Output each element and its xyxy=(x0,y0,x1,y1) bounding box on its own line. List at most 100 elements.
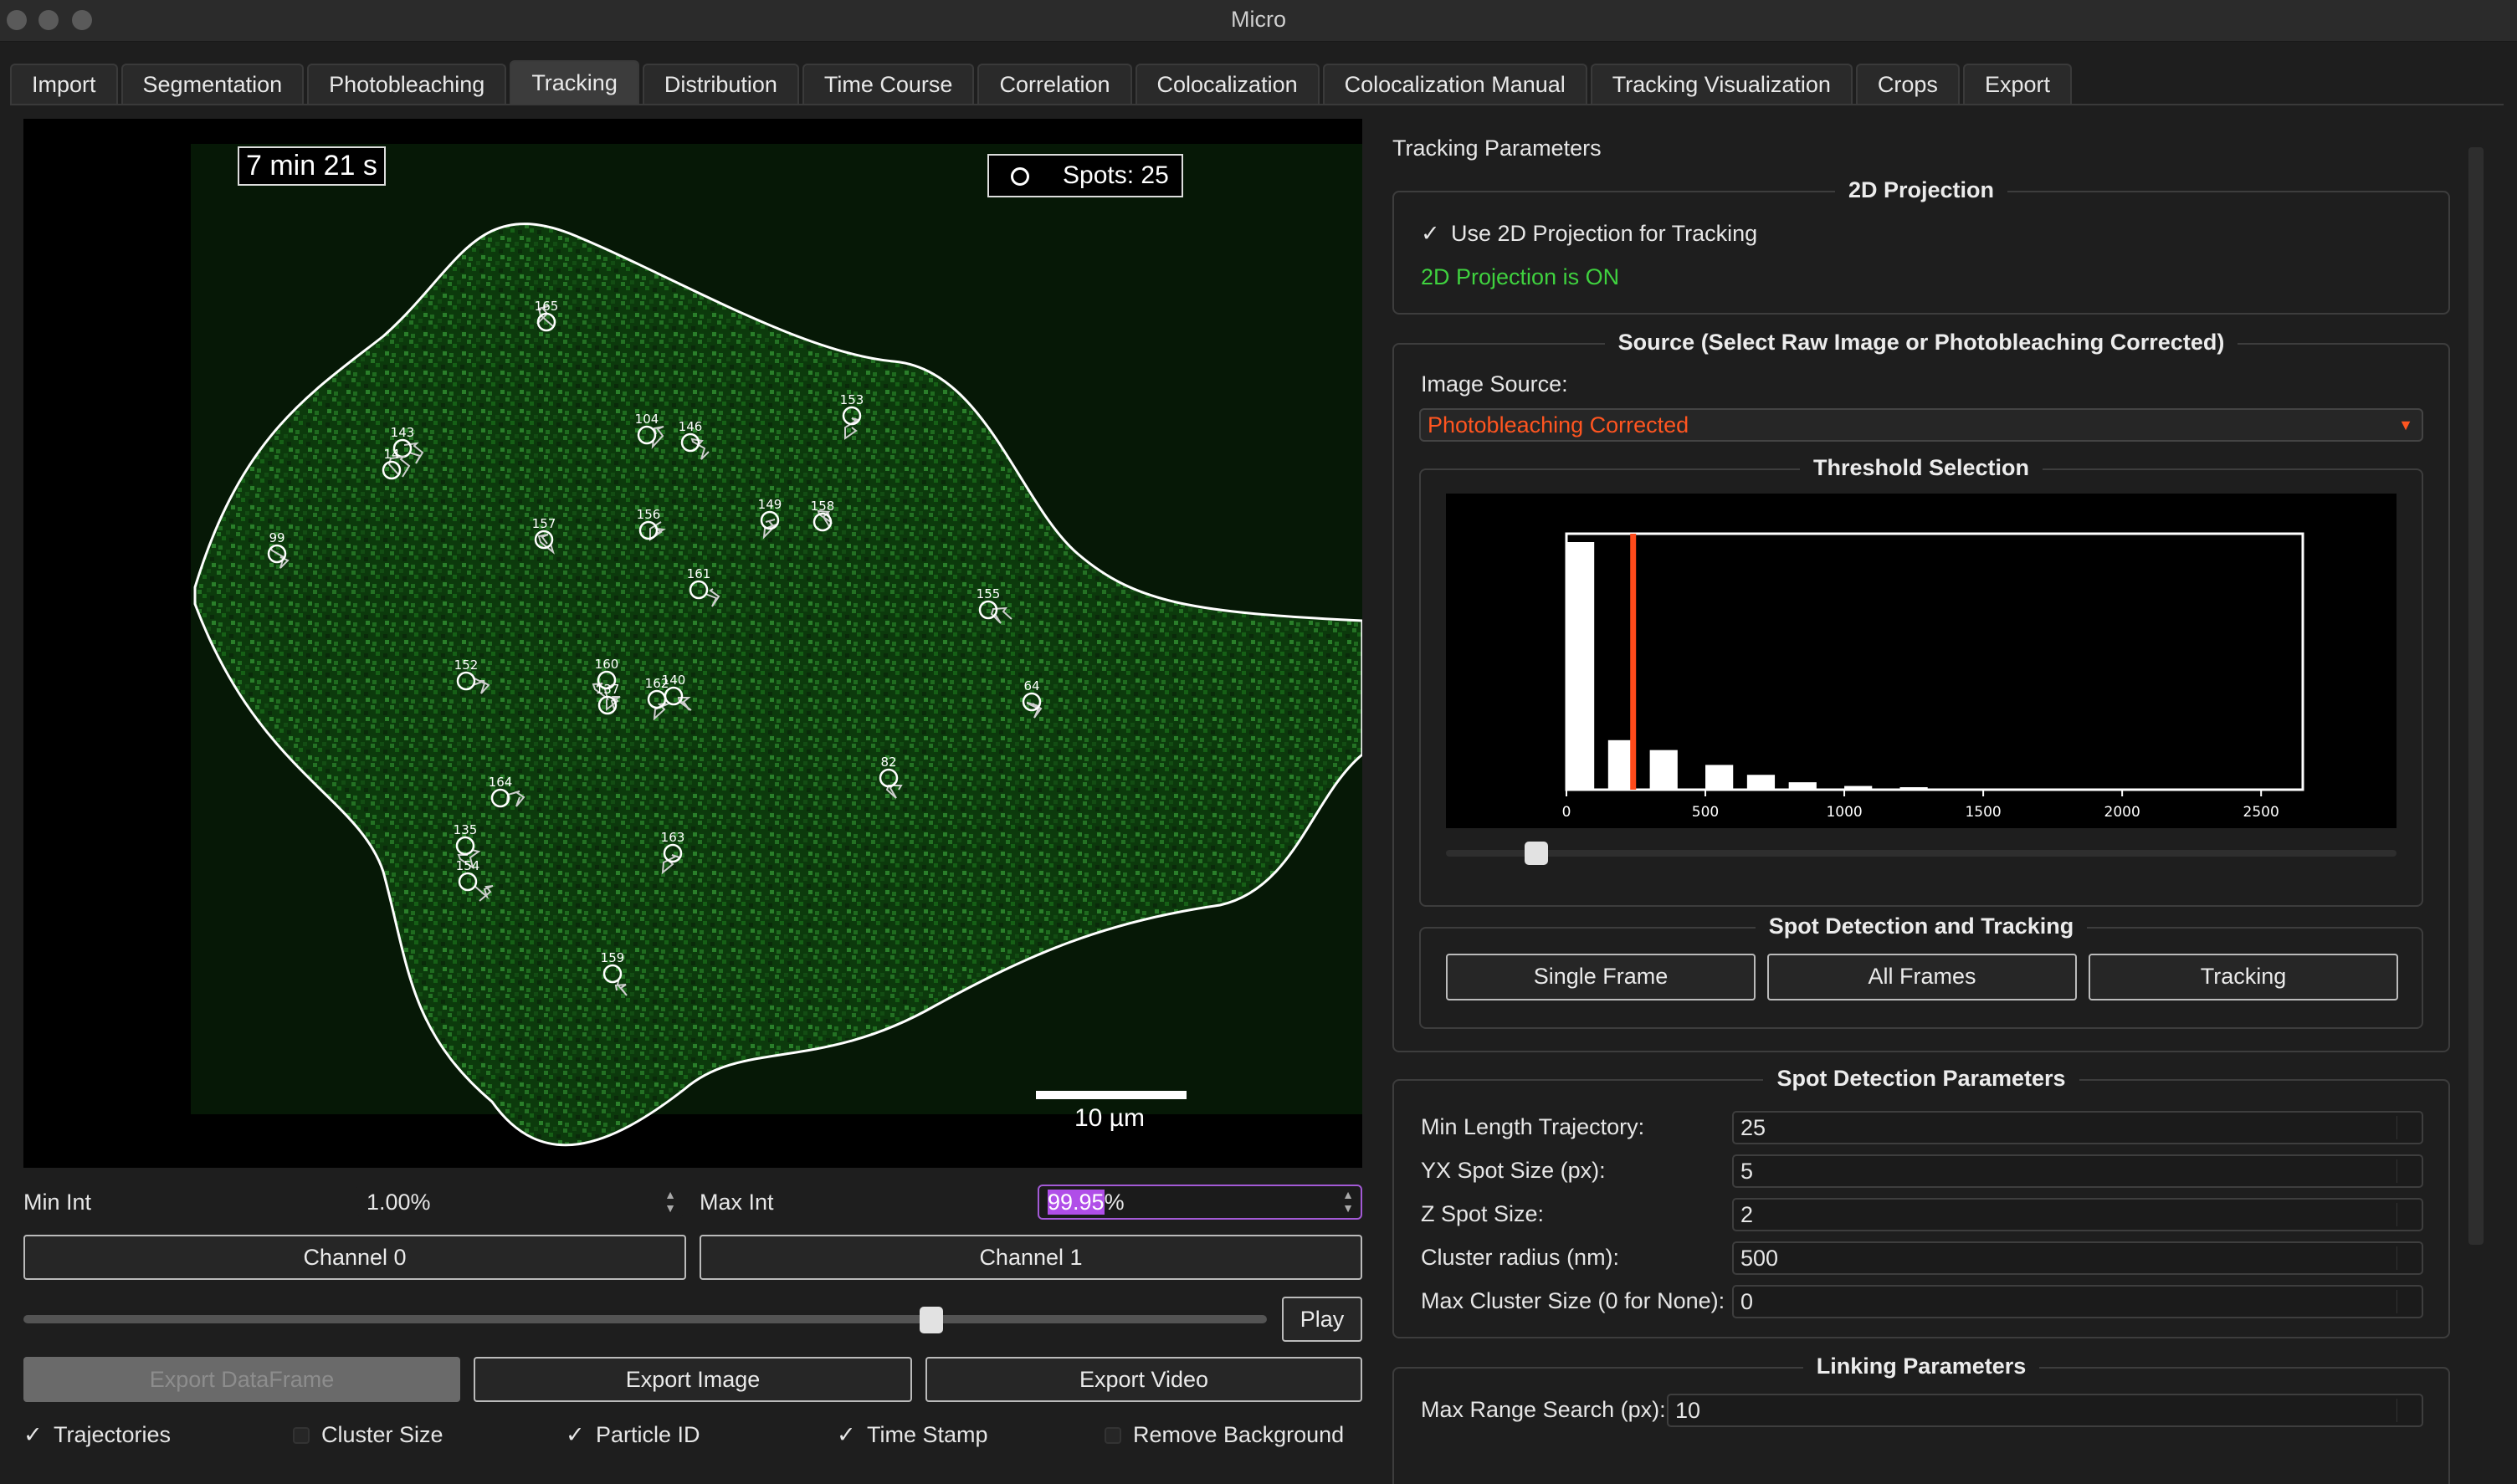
tab-crops[interactable]: Crops xyxy=(1855,64,1960,104)
play-button[interactable]: Play xyxy=(1282,1297,1362,1342)
channel-1-button[interactable]: Channel 1 xyxy=(700,1235,1362,1280)
detection-group-title: Spot Detection and Tracking xyxy=(1755,913,2088,939)
param-input[interactable]: 25 xyxy=(1732,1111,2423,1144)
right-panel-scroll-thumb[interactable] xyxy=(2468,147,2484,1245)
detection-group: Spot Detection and Tracking Single Frame… xyxy=(1419,913,2423,1029)
frame-slider-handle[interactable] xyxy=(919,1307,943,1333)
tab-import[interactable]: Import xyxy=(10,64,118,104)
stepper-icon[interactable] xyxy=(2397,1159,2417,1183)
linking-params-group: Linking Parameters Max Range Search (px)… xyxy=(1392,1354,2450,1484)
source-group-title: Source (Select Raw Image or Photobleachi… xyxy=(1604,330,2238,355)
threshold-slider-handle[interactable] xyxy=(1524,842,1548,865)
frame-slider-track[interactable] xyxy=(23,1315,1267,1323)
checkmark-icon: ✓ xyxy=(566,1422,585,1447)
tab-colocalization[interactable]: Colocalization xyxy=(1135,64,1320,104)
checkbox-label: Remove Background xyxy=(1133,1422,1345,1447)
stepper-icon[interactable] xyxy=(2397,1246,2417,1270)
stepper-icon[interactable] xyxy=(2397,1399,2417,1422)
tab-time-course[interactable]: Time Course xyxy=(802,64,975,104)
tab-distribution[interactable]: Distribution xyxy=(642,64,799,104)
particle-id-label: 161 xyxy=(687,566,711,581)
stepper-icon[interactable] xyxy=(2397,1116,2417,1139)
histogram-bar xyxy=(1788,782,1817,790)
param-value: 10 xyxy=(1675,1398,1701,1423)
image-source-dropdown[interactable]: Photobleaching Corrected ▼ xyxy=(1419,408,2423,442)
min-int-spinbox[interactable]: 1.00% ▲ ▼ xyxy=(356,1185,684,1220)
threshold-slider-track[interactable] xyxy=(1446,850,2397,857)
particle-id-label: 64 xyxy=(1023,678,1039,693)
checkmark-icon: ✓ xyxy=(23,1422,43,1447)
param-value: 2 xyxy=(1740,1202,1754,1227)
stepper-icon[interactable] xyxy=(2397,1203,2417,1226)
window-title: Micro xyxy=(1231,7,1286,32)
image-source-value: Photobleaching Corrected xyxy=(1428,412,1689,438)
param-label: Z Spot Size: xyxy=(1421,1201,1545,1226)
min-int-value: 1.00% xyxy=(367,1190,431,1215)
export-image-button[interactable]: Export Image xyxy=(474,1357,912,1402)
particle-id-label: 155 xyxy=(977,586,1001,601)
x-tick-label: 1500 xyxy=(1965,804,2001,821)
spot-detection-params-title: Spot Detection Parameters xyxy=(1763,1066,2079,1091)
max-int-suffix: % xyxy=(1104,1190,1125,1215)
export-video-button[interactable]: Export Video xyxy=(925,1357,1362,1402)
particle-id-label: 153 xyxy=(840,392,864,407)
histogram-bar xyxy=(1955,788,1984,790)
single-frame-button[interactable]: Single Frame xyxy=(1446,954,1756,1000)
tab-photobleaching[interactable]: Photobleaching xyxy=(307,64,507,104)
channel-0-button[interactable]: Channel 0 xyxy=(23,1235,686,1280)
linking-params-title: Linking Parameters xyxy=(1802,1354,2040,1379)
threshold-histogram[interactable]: 0 500 1000 1500 2000 2500 xyxy=(1446,494,2397,828)
particle-id-label: 160 xyxy=(595,657,619,672)
particle-id-label: 137 xyxy=(596,682,620,697)
param-value: 500 xyxy=(1740,1246,1779,1271)
particle-id-label: 82 xyxy=(880,755,896,770)
stepper-icon[interactable] xyxy=(2397,1290,2417,1313)
param-label: Max Cluster Size (0 for None): xyxy=(1421,1288,1725,1313)
particle-id-label: 140 xyxy=(662,673,686,688)
tab-segmentation[interactable]: Segmentation xyxy=(120,64,305,104)
checkbox-label: Cluster Size xyxy=(321,1422,443,1447)
use-2d-projection-label: Use 2D Projection for Tracking xyxy=(1451,221,1758,246)
checkbox-trajectories[interactable]: ✓ Trajectories xyxy=(23,1422,171,1448)
checkmark-icon: ✓ xyxy=(837,1422,856,1447)
projection-status: 2D Projection is ON xyxy=(1421,264,1620,289)
particle-id-label: 152 xyxy=(454,658,479,673)
spots-counter: Spots: 25 xyxy=(987,154,1183,197)
param-input[interactable]: 10 xyxy=(1667,1394,2423,1427)
param-label: Min Length Trajectory: xyxy=(1421,1114,1645,1139)
tab-tracking-visualization[interactable]: Tracking Visualization xyxy=(1590,64,1853,104)
tracking-button[interactable]: Tracking xyxy=(2089,954,2398,1000)
particle-id-label: 163 xyxy=(661,830,685,845)
export-dataframe-button[interactable]: Export DataFrame xyxy=(23,1357,460,1402)
param-value: 0 xyxy=(1740,1289,1754,1314)
checkbox-time-stamp[interactable]: ✓ Time Stamp xyxy=(837,1422,988,1448)
image-viewer[interactable]: 165 153 104 146 143 14 99 157 156 149 158 161 155 152… xyxy=(23,119,1362,1168)
x-tick-label: 500 xyxy=(1692,804,1719,821)
max-int-selected-text: 99.95 xyxy=(1048,1190,1105,1215)
param-input[interactable]: 2 xyxy=(1732,1198,2423,1231)
spots-count-label: Spots: 25 xyxy=(1063,161,1169,189)
use-2d-projection-checkbox[interactable]: ✓ Use 2D Projection for Tracking xyxy=(1421,221,1757,247)
min-int-stepper-icon[interactable]: ▲ ▼ xyxy=(661,1188,679,1216)
x-tick-label: 2000 xyxy=(2104,804,2140,821)
param-input[interactable]: 0 xyxy=(1732,1285,2423,1318)
tab-correlation[interactable]: Correlation xyxy=(977,64,1132,104)
param-label: Max Range Search (px): xyxy=(1421,1397,1666,1422)
param-input[interactable]: 5 xyxy=(1732,1154,2423,1188)
all-frames-button[interactable]: All Frames xyxy=(1767,954,2077,1000)
particle-id-label: 158 xyxy=(811,499,835,514)
max-int-spinbox[interactable]: 99.95% ▲ ▼ xyxy=(1038,1185,1362,1220)
tab-export[interactable]: Export xyxy=(1962,64,2072,104)
threshold-group-title: Threshold Selection xyxy=(1799,455,2043,480)
particle-id-label: 157 xyxy=(532,516,556,531)
projection-group: 2D Projection ✓ Use 2D Projection for Tra… xyxy=(1392,177,2450,315)
tab-colocalization-manual[interactable]: Colocalization Manual xyxy=(1322,64,1587,104)
histogram-bar xyxy=(1746,775,1776,790)
max-int-stepper-icon[interactable]: ▲ ▼ xyxy=(1339,1188,1357,1216)
spot-detection-params-group: Spot Detection Parameters Min Length Tra… xyxy=(1392,1066,2450,1338)
checkbox-remove-background[interactable]: Remove Background xyxy=(1105,1422,1344,1448)
tab-tracking[interactable]: Tracking xyxy=(510,60,639,104)
param-input[interactable]: 500 xyxy=(1732,1241,2423,1275)
checkbox-cluster-size[interactable]: Cluster Size xyxy=(293,1422,443,1448)
checkbox-particle-id[interactable]: ✓ Particle ID xyxy=(566,1422,700,1448)
